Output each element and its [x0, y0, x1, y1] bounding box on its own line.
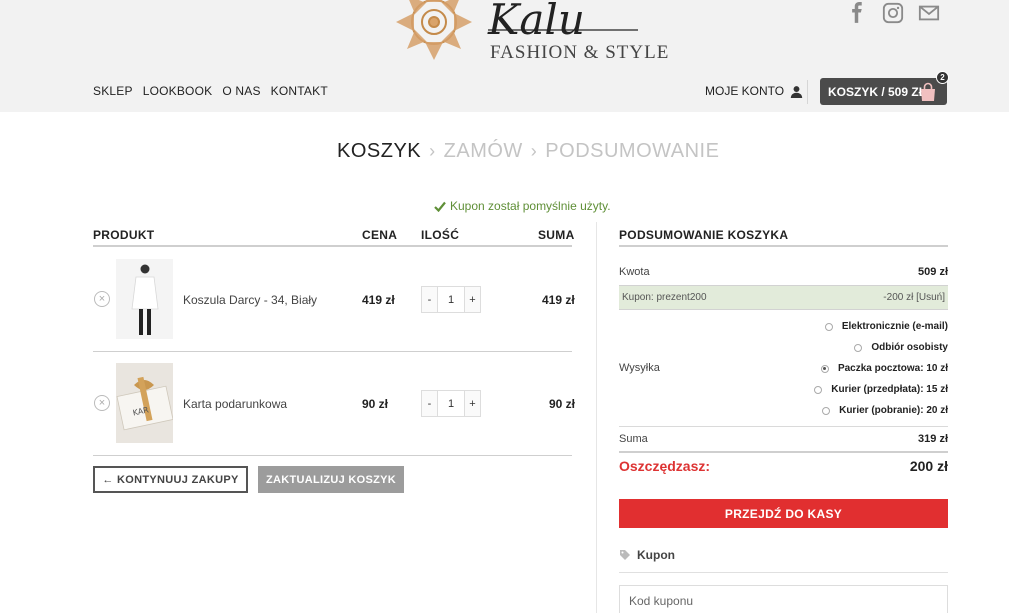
coupon-section-rule [619, 572, 948, 573]
chevron-right-icon: › [530, 141, 538, 161]
update-cart-button[interactable]: ZAKTUALIZUJ KOSZYK [258, 466, 404, 493]
row-divider [93, 455, 572, 456]
summary-header-rule [619, 245, 948, 247]
remove-item-button[interactable]: × [94, 395, 110, 411]
qty-decrease-button[interactable]: - [422, 391, 437, 416]
main-nav: SKLEP LOOKBOOK O NAS KONTAKT [93, 84, 328, 98]
summary-divider [619, 426, 948, 427]
shipping-option-label: Paczka pocztowa: 10 zł [837, 363, 948, 374]
col-header-total: SUMA [538, 228, 575, 242]
coupon-success-notice: Kupon został pomyślnie użyty. [434, 199, 611, 213]
radio-button[interactable] [854, 343, 863, 352]
shipping-option-label: Kurier (przedpłata): 15 zł [831, 384, 948, 395]
savings-value: 200 zł [909, 458, 948, 474]
product-name[interactable]: Koszula Darcy - 34, Biały [183, 293, 317, 307]
step-summary: PODSUMOWANIE [545, 140, 720, 162]
notice-text: Kupon został pomyślnie użyty. [450, 199, 611, 213]
qty-input[interactable]: 1 [437, 287, 465, 312]
row-divider [93, 351, 572, 352]
chevron-right-icon: › [429, 141, 436, 161]
summary-total-rule [619, 451, 948, 453]
header-divider [807, 80, 808, 104]
shipping-option[interactable]: Kurier (pobranie): 20 zł [822, 405, 948, 416]
user-icon [790, 85, 803, 98]
product-name[interactable]: Karta podarunkowa [183, 397, 287, 411]
cart-label: KOSZYK / 509 ZŁ [828, 84, 927, 99]
cart-count-badge: 2 [936, 71, 949, 84]
nav-o-nas[interactable]: O NAS [222, 84, 260, 98]
qty-decrease-button[interactable]: - [422, 287, 437, 312]
shipping-option-label: Kurier (pobranie): 20 zł [839, 405, 948, 416]
mail-icon[interactable] [918, 2, 940, 24]
product-thumbnail[interactable]: KAR [116, 363, 173, 443]
coupon-discount: -200 zł [Usuń] [883, 292, 945, 303]
product-price: 419 zł [362, 293, 395, 307]
site-header: Kalu FASHION & STYLE SKLEP LOOKBOOK O NA… [0, 0, 1009, 112]
logo-subtitle: FASHION & STYLE [490, 42, 670, 63]
line-total: 419 zł [542, 293, 575, 307]
instagram-icon[interactable] [882, 2, 904, 24]
product-price: 90 zł [362, 397, 389, 411]
shopping-bag-icon [921, 82, 935, 101]
account-label: MOJE KONTO [705, 84, 785, 98]
col-header-qty: ILOŚĆ [421, 228, 460, 242]
step-cart[interactable]: KOSZYK [337, 140, 421, 163]
coupon-section-title: Kupon [637, 548, 675, 562]
remove-coupon-link[interactable]: [Usuń] [916, 292, 945, 303]
coupon-code-input[interactable] [619, 585, 948, 613]
quantity-stepper: - 1 + [421, 286, 481, 313]
shipping-option[interactable]: Elektronicznie (e-mail) [824, 321, 948, 332]
coupon-discount-value: -200 zł [883, 292, 914, 303]
checkout-steps: KOSZYK › ZAMÓW › PODSUMOWANIE [337, 140, 719, 163]
table-header-rule [93, 245, 572, 247]
qty-increase-button[interactable]: + [465, 287, 480, 312]
shipping-option[interactable]: Odbiór osobisty [854, 342, 948, 353]
radio-button[interactable] [824, 322, 833, 331]
coupon-code-label: Kupon: prezent200 [622, 292, 707, 303]
tag-icon [620, 550, 630, 560]
line-total: 90 zł [549, 397, 576, 411]
shipping-label: Wysyłka [619, 362, 660, 374]
remove-item-button[interactable]: × [94, 291, 110, 307]
product-thumbnail[interactable] [116, 259, 173, 339]
savings-label: Oszczędzasz: [619, 458, 711, 474]
amount-label: Kwota [619, 266, 650, 278]
col-header-product: PRODUKT [93, 228, 155, 242]
checkout-button[interactable]: PRZEJDŹ DO KASY [619, 499, 948, 528]
shipping-option[interactable]: Paczka pocztowa: 10 zł [820, 363, 948, 374]
step-order[interactable]: ZAMÓW [444, 140, 523, 163]
radio-button[interactable] [822, 406, 831, 415]
nav-sklep[interactable]: SKLEP [93, 84, 133, 98]
qty-increase-button[interactable]: + [465, 391, 480, 416]
sum-value: 319 zł [918, 433, 948, 445]
column-divider [596, 222, 597, 613]
coupon-section-header: Kupon [619, 548, 675, 562]
radio-button-selected[interactable] [820, 364, 829, 373]
svg-text:Kalu: Kalu [487, 0, 585, 44]
nav-kontakt[interactable]: KONTAKT [271, 84, 328, 98]
mandala-icon [396, 0, 472, 60]
facebook-icon[interactable] [846, 2, 868, 24]
social-links [846, 2, 940, 24]
sum-label: Suma [619, 433, 648, 445]
nav-lookbook[interactable]: LOOKBOOK [143, 84, 213, 98]
shipping-option-label: Odbiór osobisty [871, 342, 948, 353]
shipping-option-label: Elektronicznie (e-mail) [841, 321, 948, 332]
quantity-stepper: - 1 + [421, 390, 481, 417]
cart-summary-title: PODSUMOWANIE KOSZYKA [619, 228, 789, 242]
check-icon [434, 201, 446, 212]
shipping-option[interactable]: Kurier (przedpłata): 15 zł [814, 384, 948, 395]
account-link[interactable]: MOJE KONTO [705, 84, 803, 98]
amount-value: 509 zł [918, 266, 948, 278]
col-header-price: CENA [362, 228, 398, 242]
radio-button[interactable] [814, 385, 823, 394]
continue-shopping-button[interactable]: ← KONTYNUUJ ZAKUPY [93, 466, 248, 493]
qty-input[interactable]: 1 [437, 391, 465, 416]
applied-coupon-row: Kupon: prezent200 -200 zł [Usuń] [619, 285, 948, 310]
